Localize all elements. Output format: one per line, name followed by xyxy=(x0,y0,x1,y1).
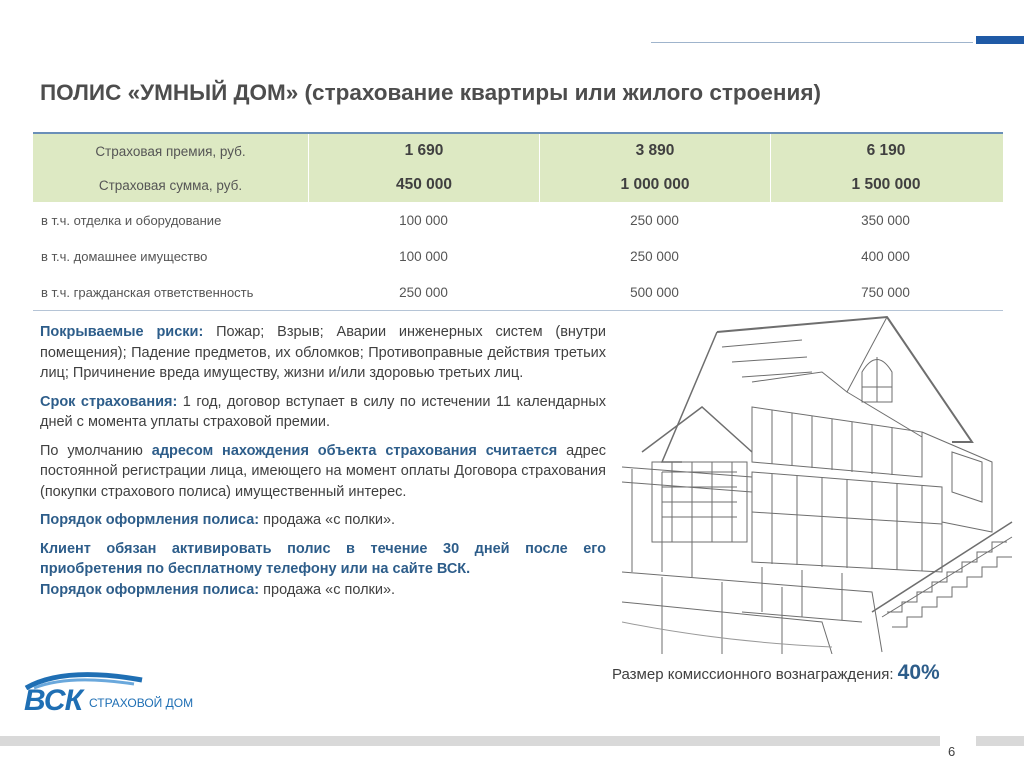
term-label: Срок страхования: xyxy=(40,393,178,410)
order-paragraph: Порядок оформления полиса: продажа «с по… xyxy=(40,510,606,531)
cell-value: 1 500 000 xyxy=(770,168,1001,202)
table-row-finishing: в т.ч. отделка и оборудование 100 000 25… xyxy=(33,202,1003,238)
logo-sub-text: СТРАХОВОЙ ДОМ xyxy=(89,696,194,710)
logo-main-text: ВСК xyxy=(24,684,83,717)
address-label: адресом нахождения объекта страхования с… xyxy=(151,442,558,459)
address-paragraph: По умолчанию адресом нахождения объекта … xyxy=(40,441,606,503)
row-label: в т.ч. домашнее имущество xyxy=(41,248,208,264)
cell-value: 250 000 xyxy=(630,248,679,264)
table-header-block: Страховая премия, руб. 1 690 3 890 6 190… xyxy=(33,134,1003,202)
cell-value: 6 190 xyxy=(770,134,1001,168)
row-label: Страховая сумма, руб. xyxy=(98,177,243,193)
cell-value: 1 000 000 xyxy=(539,168,770,202)
order-text-2: продажа «с полки». xyxy=(259,581,396,598)
table-row-sum: Страховая сумма, руб. 450 000 1 000 000 … xyxy=(33,168,1003,202)
cell-value: 100 000 xyxy=(399,212,448,228)
top-accent-bar xyxy=(976,36,1024,44)
conditions-text: Покрываемые риски: Пожар; Взрыв; Аварии … xyxy=(40,322,606,600)
footer-bar-right xyxy=(976,736,1024,746)
cell-value: 500 000 xyxy=(630,284,679,300)
page-title: ПОЛИС «УМНЫЙ ДОМ» (страхование квартиры … xyxy=(40,80,821,105)
top-rule xyxy=(651,42,973,43)
risks-label: Покрываемые риски: xyxy=(40,324,204,340)
order-text: продажа «с полки». xyxy=(259,512,396,528)
footer-bar xyxy=(0,736,940,746)
address-pre: По умолчанию xyxy=(40,442,152,459)
cell-value: 450 000 xyxy=(308,168,539,202)
order-label-2: Порядок оформления полиса: xyxy=(40,581,260,598)
commission-label: Размер комиссионного вознаграждения: xyxy=(612,666,898,683)
cell-value: 750 000 xyxy=(861,284,910,300)
risks-paragraph: Покрываемые риски: Пожар; Взрыв; Аварии … xyxy=(40,322,606,384)
row-label: Страховая премия, руб. xyxy=(95,143,246,159)
table-bottom-rule xyxy=(33,310,1003,311)
table-row-liability: в т.ч. гражданская ответственность 250 0… xyxy=(33,274,1003,310)
cell-value: 3 890 xyxy=(539,134,770,168)
row-label: в т.ч. гражданская ответственность xyxy=(41,284,254,300)
row-label: в т.ч. отделка и оборудование xyxy=(41,212,222,228)
tariff-table: Страховая премия, руб. 1 690 3 890 6 190… xyxy=(33,132,1003,311)
activation-paragraph: Клиент обязан активировать полис в течен… xyxy=(40,540,606,578)
term-paragraph: Срок страхования: 1 год, договор вступае… xyxy=(40,392,606,433)
vsk-logo: ВСК СТРАХОВОЙ ДОМ xyxy=(24,668,204,718)
cell-value: 250 000 xyxy=(630,212,679,228)
house-sketch-image xyxy=(622,315,1013,654)
order-label: Порядок оформления полиса: xyxy=(40,512,260,528)
cell-value: 400 000 xyxy=(861,248,910,264)
cell-value: 350 000 xyxy=(861,212,910,228)
commission-value: 40% xyxy=(897,661,940,684)
table-row-premium: Страховая премия, руб. 1 690 3 890 6 190 xyxy=(33,134,1003,168)
cell-value: 250 000 xyxy=(399,284,448,300)
cell-value: 100 000 xyxy=(399,248,448,264)
cell-value: 1 690 xyxy=(308,134,539,168)
order-paragraph-2: Порядок оформления полиса: продажа «с по… xyxy=(40,580,606,601)
commission-line: Размер комиссионного вознаграждения: 40% xyxy=(612,661,940,685)
page-number: 6 xyxy=(948,744,956,759)
table-row-property: в т.ч. домашнее имущество 100 000 250 00… xyxy=(33,238,1003,274)
